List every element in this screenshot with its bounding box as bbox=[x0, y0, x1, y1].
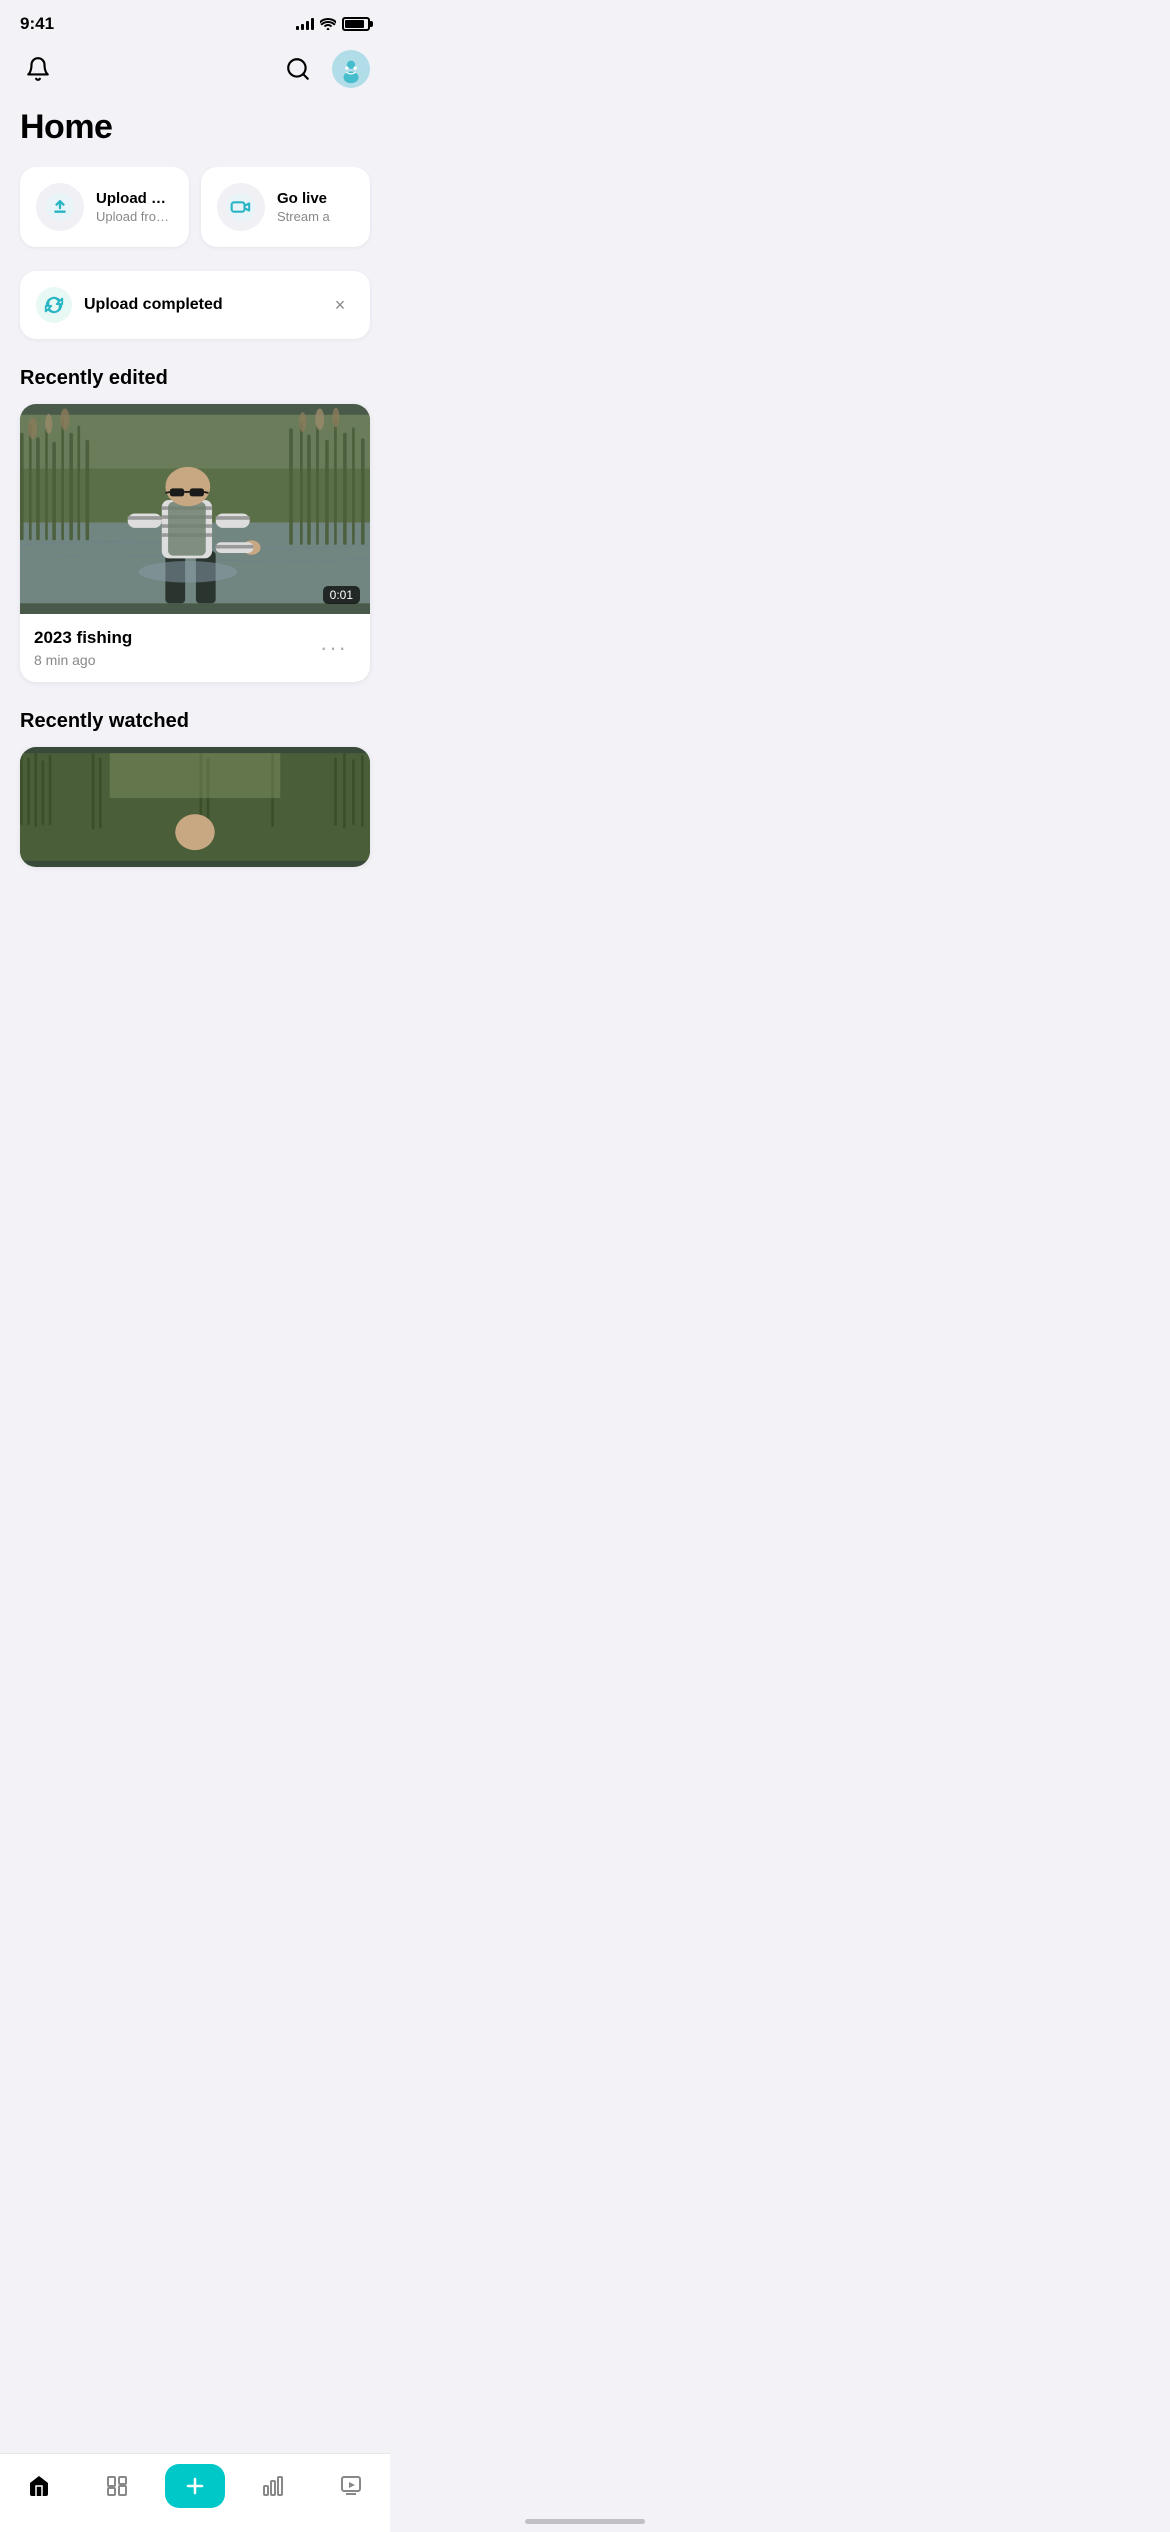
video-camera-icon bbox=[227, 193, 255, 221]
library-tab[interactable] bbox=[321, 2464, 381, 2508]
content-tab[interactable] bbox=[87, 2464, 147, 2508]
avatar-button[interactable] bbox=[332, 50, 370, 88]
content-icon bbox=[105, 2474, 129, 2498]
go-live-card[interactable]: Go live Stream a bbox=[201, 167, 370, 247]
page-title-section: Home bbox=[0, 100, 390, 167]
status-time: 9:41 bbox=[20, 14, 54, 34]
video-time-ago: 8 min ago bbox=[34, 652, 312, 668]
dismiss-upload-button[interactable]: × bbox=[326, 291, 354, 319]
status-bar: 9:41 bbox=[0, 0, 390, 42]
page-title: Home bbox=[20, 108, 370, 147]
upload-banner-text: Upload completed bbox=[84, 296, 314, 314]
analytics-tab[interactable] bbox=[243, 2464, 303, 2508]
video-title: 2023 fishing bbox=[34, 628, 312, 648]
search-icon bbox=[285, 56, 311, 82]
analytics-icon bbox=[261, 2474, 285, 2498]
search-button[interactable] bbox=[280, 51, 316, 87]
plus-icon bbox=[183, 2474, 207, 2498]
fishing-thumbnail-image bbox=[20, 404, 370, 614]
go-live-icon-bg bbox=[217, 183, 265, 231]
recently-watched-thumbnail bbox=[20, 747, 370, 867]
video-more-button[interactable]: ··· bbox=[312, 631, 356, 665]
library-icon bbox=[339, 2474, 363, 2498]
upload-video-subtitle: Upload from your device bbox=[96, 209, 173, 224]
upload-icon bbox=[46, 193, 74, 221]
top-nav bbox=[0, 42, 390, 100]
upload-video-text: Upload video Upload from your device bbox=[96, 190, 173, 224]
upload-video-title: Upload video bbox=[96, 190, 173, 207]
go-live-text: Go live Stream a bbox=[277, 190, 330, 224]
recently-edited-title: Recently edited bbox=[0, 367, 390, 404]
home-tab[interactable] bbox=[9, 2464, 69, 2508]
signal-bars-icon bbox=[296, 18, 314, 30]
sync-icon bbox=[43, 294, 65, 316]
video-meta: 2023 fishing 8 min ago bbox=[34, 628, 312, 668]
recently-edited-video-card[interactable]: 0:01 2023 fishing 8 min ago ··· bbox=[20, 404, 370, 682]
go-live-title: Go live bbox=[277, 190, 330, 207]
status-icons bbox=[296, 17, 370, 31]
recently-watched-title: Recently watched bbox=[0, 710, 390, 747]
action-cards: Upload video Upload from your device Go … bbox=[0, 167, 390, 271]
video-duration-badge: 0:01 bbox=[323, 586, 360, 604]
video-info: 2023 fishing 8 min ago ··· bbox=[20, 614, 370, 682]
go-live-subtitle: Stream a bbox=[277, 209, 330, 224]
battery-icon bbox=[342, 17, 370, 31]
upload-completed-banner: Upload completed × bbox=[20, 271, 370, 339]
upload-video-icon-bg bbox=[36, 183, 84, 231]
recently-watched-thumbnail-image bbox=[20, 747, 370, 867]
bottom-nav bbox=[0, 2453, 390, 2532]
video-thumbnail: 0:01 bbox=[20, 404, 370, 614]
bell-icon bbox=[25, 56, 51, 82]
avatar-icon bbox=[336, 54, 366, 84]
home-indicator bbox=[525, 2519, 645, 2524]
sync-icon-bg bbox=[36, 287, 72, 323]
notifications-button[interactable] bbox=[20, 51, 56, 87]
recently-watched-video-card[interactable] bbox=[20, 747, 370, 867]
upload-video-card[interactable]: Upload video Upload from your device bbox=[20, 167, 189, 247]
add-button[interactable] bbox=[165, 2464, 225, 2508]
nav-right bbox=[280, 50, 370, 88]
home-icon bbox=[27, 2474, 51, 2498]
wifi-icon bbox=[320, 18, 336, 30]
